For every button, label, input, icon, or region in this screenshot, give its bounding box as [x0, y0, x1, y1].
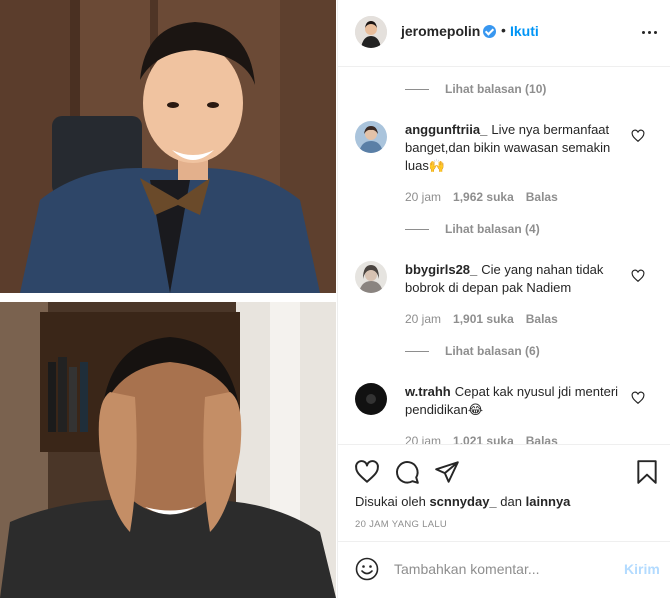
emoji-smiley-icon[interactable]: [355, 557, 379, 581]
like-comment-heart-icon[interactable]: [631, 391, 645, 405]
post-actions-bar: [338, 455, 670, 495]
comment-meta: 20 jam 1,021 suka Balas: [405, 434, 570, 444]
commenter-avatar[interactable]: [355, 383, 387, 415]
comment-time: 20 jam: [405, 312, 442, 326]
author-avatar-image: [355, 16, 387, 48]
reply-button[interactable]: Balas: [526, 190, 558, 204]
liked-by-and: dan: [500, 494, 522, 509]
post-header: jeromepolin • Ikuti: [338, 0, 670, 67]
view-replies-label: Lihat balasan (6): [445, 344, 540, 358]
comment-meta: 20 jam 1,962 suka Balas: [405, 190, 570, 204]
comment-text-block: anggunftriia_ Live nya bermanfaat banget,…: [405, 121, 625, 175]
comment-bubble-icon[interactable]: [394, 459, 420, 485]
reply-button[interactable]: Balas: [526, 312, 558, 326]
comment-text-block: bbygirls28_ Cie yang nahan tidak bobrok d…: [405, 261, 625, 297]
header-separator: •: [501, 22, 506, 38]
post-comment-button[interactable]: Kirim: [624, 561, 660, 577]
view-replies-label: Lihat balasan (4): [445, 222, 540, 236]
live-video-top-host: [0, 0, 336, 293]
commenter-username[interactable]: anggunftriia_: [405, 122, 487, 137]
share-paper-plane-icon[interactable]: [434, 459, 460, 485]
like-comment-heart-icon[interactable]: [631, 129, 645, 143]
comments-list[interactable]: Lihat balasan (10) anggunftriia_ Live nya…: [338, 68, 670, 444]
liked-by-prefix: Disukai oleh: [355, 494, 426, 509]
post-timestamp[interactable]: 20 JAM YANG LALU: [355, 519, 447, 530]
commenter-avatar-image: [355, 121, 387, 153]
comment-text-block: w.trahh Cepat kak nyusul jdi menteri pend…: [405, 383, 625, 419]
host-video-illustration: [0, 0, 336, 293]
comment-time: 20 jam: [405, 434, 442, 444]
live-video-bottom-guest: [0, 302, 336, 598]
reply-button[interactable]: Balas: [526, 434, 558, 444]
add-comment-input[interactable]: [394, 558, 614, 580]
view-replies-button[interactable]: Lihat balasan (10): [405, 82, 546, 96]
commenter-avatar[interactable]: [355, 261, 387, 293]
liked-by-text: Disukai oleh scnnyday_ dan lainnya: [355, 494, 570, 509]
replies-line-divider: [405, 229, 429, 231]
replies-line-divider: [405, 351, 429, 353]
verified-badge-icon: [483, 25, 496, 38]
liked-by-others[interactable]: lainnya: [526, 494, 571, 509]
more-options-icon[interactable]: [640, 22, 660, 42]
comment-likes[interactable]: 1,021 suka: [453, 434, 514, 444]
like-comment-heart-icon[interactable]: [631, 269, 645, 283]
comment-likes[interactable]: 1,962 suka: [453, 190, 514, 204]
author-avatar[interactable]: [355, 16, 387, 48]
post-media[interactable]: [0, 0, 337, 598]
author-username[interactable]: jeromepolin: [401, 23, 480, 39]
actions-divider: [338, 444, 670, 445]
view-replies-label: Lihat balasan (10): [445, 82, 547, 96]
commenter-avatar-image: [355, 383, 387, 415]
view-replies-button[interactable]: Lihat balasan (6): [405, 344, 540, 358]
follow-button[interactable]: Ikuti: [510, 23, 539, 39]
commenter-username[interactable]: w.trahh: [405, 384, 451, 399]
liked-by-user[interactable]: scnnyday_: [429, 494, 496, 509]
comment-time: 20 jam: [405, 190, 442, 204]
replies-line-divider: [405, 89, 429, 91]
comment-meta: 20 jam 1,901 suka Balas: [405, 312, 570, 326]
commenter-avatar[interactable]: [355, 121, 387, 153]
view-replies-button[interactable]: Lihat balasan (4): [405, 222, 540, 236]
post-side-panel: jeromepolin • Ikuti Lihat balasan (10) a…: [337, 0, 670, 598]
commenter-username[interactable]: bbygirls28_: [405, 262, 477, 277]
commenter-avatar-image: [355, 261, 387, 293]
like-heart-icon[interactable]: [354, 459, 380, 485]
comment-box-divider: [338, 541, 670, 542]
save-bookmark-icon[interactable]: [634, 459, 660, 485]
guest-video-illustration: [0, 302, 336, 598]
comment-likes[interactable]: 1,901 suka: [453, 312, 514, 326]
